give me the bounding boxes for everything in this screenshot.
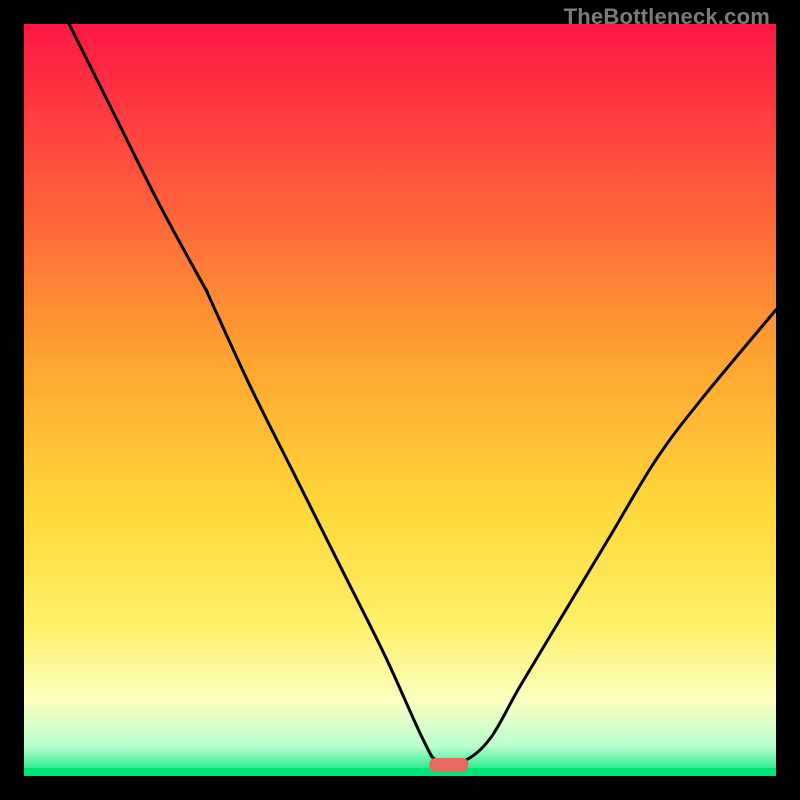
watermark-link[interactable]: TheBottleneck.com [564, 4, 770, 30]
green-baseline [24, 768, 776, 776]
optimal-region-marker [429, 758, 468, 772]
heat-gradient-background [24, 24, 776, 776]
chart-frame [24, 24, 776, 776]
bottleneck-chart [24, 24, 776, 776]
